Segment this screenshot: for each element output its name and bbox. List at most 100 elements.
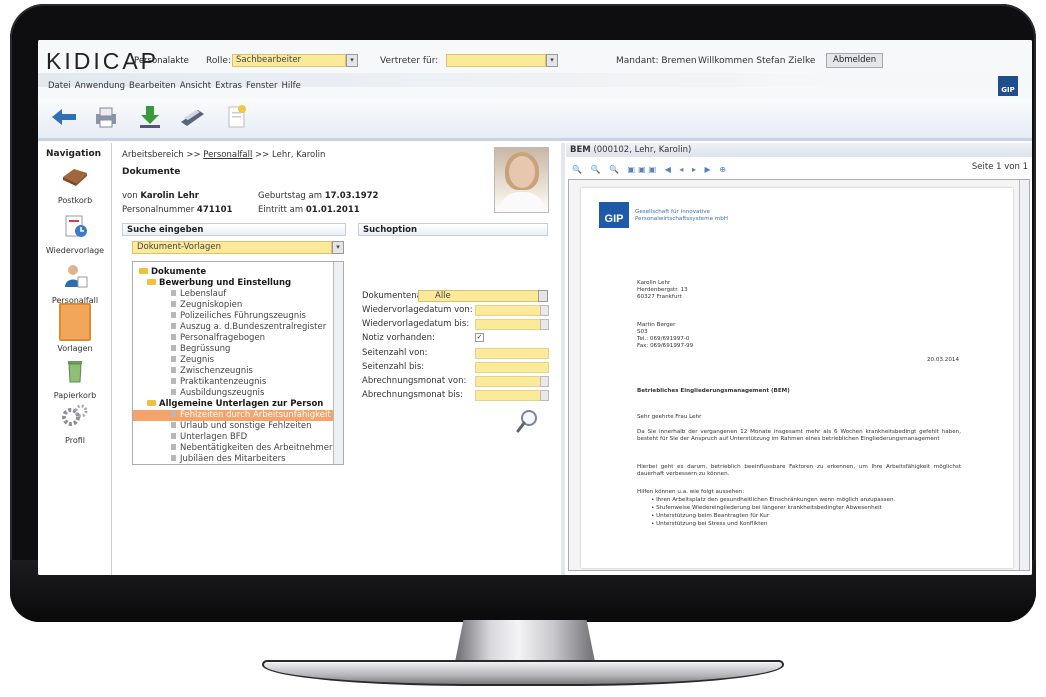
entry-value: 01.01.2011 xyxy=(305,205,360,215)
menu-anwendung[interactable]: Anwendung xyxy=(75,81,125,91)
breadcrumb-link-personalfall[interactable]: Personalfall xyxy=(203,150,252,160)
calendar-icon[interactable] xyxy=(540,319,549,330)
scan-icon[interactable] xyxy=(178,104,206,130)
tree-item[interactable]: Lebenslauf xyxy=(133,289,226,300)
letter-bullet: • Stufenweise Wiedereingliederung bei lä… xyxy=(651,505,882,511)
document-icon xyxy=(171,301,176,307)
abrechnungsmonat-bis-input[interactable] xyxy=(475,390,549,401)
seitenzahl-bis-input[interactable] xyxy=(475,362,549,373)
sender-line-3: Tel.: 069/691997-0 xyxy=(637,336,690,342)
menu-bearbeiten[interactable]: Bearbeiten xyxy=(129,81,176,91)
mandant-label: Mandant: Bremen xyxy=(616,56,697,66)
rolle-select[interactable]: Sachbearbeiter ▾ xyxy=(232,54,358,67)
tree-label: Zwischenzeugnis xyxy=(180,366,253,376)
tree-item[interactable]: Zeugniskopien xyxy=(133,300,242,311)
tree-item[interactable]: Fehlzeiten durch Arbeitsunfähigkeit xyxy=(133,410,333,421)
gears-icon xyxy=(62,404,88,426)
panel-splitter[interactable] xyxy=(561,143,565,575)
bullet-text: Unterstützung bei Stress und Konflikten xyxy=(656,521,768,527)
document-preview-panel: BEM (000102, Lehr, Karolin) 🔍 🔍 🔍 ▣▣▣ ◀ … xyxy=(566,143,1032,575)
sender-line-2: S03 xyxy=(637,329,648,335)
menu-fenster[interactable]: Fenster xyxy=(246,81,278,91)
tree-folder[interactable]: Allgemeine Unterlagen zur Person xyxy=(133,399,323,410)
tree-item[interactable]: Begrüssung xyxy=(133,344,230,355)
menu-hilfe[interactable]: Hilfe xyxy=(282,81,301,91)
calendar-icon[interactable] xyxy=(540,376,549,387)
search-panel-header: Suche eingeben xyxy=(122,223,346,236)
breadcrumb: Arbeitsbereich >> Personalfall >> Lehr, … xyxy=(122,150,325,160)
seitenzahl-von-input[interactable] xyxy=(475,348,549,359)
document-icon xyxy=(171,367,176,373)
print-icon[interactable] xyxy=(92,104,120,130)
tree-item[interactable]: Praktikantenzeugnis xyxy=(133,377,266,388)
dokumentenart-select[interactable]: Alle xyxy=(418,290,548,302)
vertreter-label: Vertreter für: xyxy=(380,56,439,66)
nav-item-papierkorb[interactable]: Papierkorb xyxy=(38,358,112,400)
gip-logo-small: GIP xyxy=(998,76,1018,96)
nav-item-personalfall[interactable]: Personalfall xyxy=(38,263,112,305)
search-icon[interactable] xyxy=(516,409,538,435)
wiedervorlage-bis-input[interactable] xyxy=(475,319,549,330)
tree-item[interactable]: Personalfragebogen xyxy=(133,333,265,344)
tree-folder[interactable]: Dokumente xyxy=(133,267,206,278)
menu-extras[interactable]: Extras xyxy=(215,81,242,91)
pnr-label: Personalnummer xyxy=(122,205,195,215)
tree-item[interactable]: Urlaub und sonstige Fehlzeiten xyxy=(133,421,312,432)
chevron-down-icon[interactable]: ▾ xyxy=(346,54,358,67)
bullet-text: Ihren Arbeitsplatz den gesundheitlichen … xyxy=(656,497,896,503)
tree-label: Polizeiliches Führungszeugnis xyxy=(180,311,306,321)
nav-item-wiedervorlage[interactable]: Wiedervorlage xyxy=(38,213,112,255)
preview-title-doc: BEM xyxy=(570,145,591,155)
chevron-down-icon[interactable]: ▾ xyxy=(332,241,344,254)
tree-item[interactable]: Zwischenzeugnis xyxy=(133,366,253,377)
preview-title: BEM (000102, Lehr, Karolin) xyxy=(566,143,1032,157)
bullet-text: Stufenweise Wiedereingliederung bei läng… xyxy=(656,505,882,511)
vertreter-select[interactable]: ▾ xyxy=(446,54,558,67)
documents-area: Arbeitsbereich >> Personalfall >> Lehr, … xyxy=(118,143,558,575)
notiz-checkbox[interactable]: ✓ xyxy=(475,333,484,342)
tree-item[interactable]: Nebentätigkeiten des Arbeitnehmer xyxy=(133,443,333,454)
nav-item-vorlagen[interactable]: Vorlagen xyxy=(38,303,112,353)
wiedervorlage-von-input[interactable] xyxy=(475,305,549,316)
birthday-label: Geburtstag am xyxy=(258,191,322,201)
tree-label: Fehlzeiten durch Arbeitsunfähigkeit xyxy=(180,410,331,420)
new-document-icon[interactable] xyxy=(222,104,250,130)
tree-item[interactable]: Unterlagen BFD xyxy=(133,432,247,443)
tree-folder[interactable]: Bewerbung und Einstellung xyxy=(133,278,291,289)
tree-label: Zeugniskopien xyxy=(180,300,243,310)
menu-datei[interactable]: Datei xyxy=(48,81,71,91)
logout-button[interactable]: Abmelden xyxy=(826,53,884,68)
document-icon xyxy=(171,345,176,351)
back-arrow-icon[interactable] xyxy=(50,104,78,130)
calendar-icon[interactable] xyxy=(540,305,549,316)
nav-item-profil[interactable]: Profil xyxy=(38,403,112,445)
resubmission-icon xyxy=(65,215,87,237)
download-icon[interactable] xyxy=(136,104,164,130)
nav-label-vorlagen: Vorlagen xyxy=(57,344,93,353)
monitor-base xyxy=(262,660,784,686)
welcome-text: Willkommen Stefan Zielke xyxy=(698,56,816,66)
calendar-icon[interactable] xyxy=(540,390,549,401)
seitenzahl-bis-label: Seitenzahl bis: xyxy=(362,362,425,372)
tree-item[interactable]: Zeugnis xyxy=(133,355,214,366)
abrechnungsmonat-von-input[interactable] xyxy=(475,376,549,387)
menu-ansicht[interactable]: Ansicht xyxy=(180,81,211,91)
letter-salutation: Sehr geehrte Frau Lehr xyxy=(637,414,702,420)
tree-label: Personalfragebogen xyxy=(180,333,266,343)
chevron-down-icon[interactable]: ▾ xyxy=(546,54,558,67)
wiedervorlage-bis-label: Wiedervorlagedatum bis: xyxy=(362,319,470,329)
tree-item[interactable]: Auszug a. d.Bundeszentralregister xyxy=(133,322,326,333)
preview-toolbar[interactable]: 🔍 🔍 🔍 ▣▣▣ ◀ ◂ ▸ ▶ ⊕ xyxy=(572,165,729,174)
sender-line-1: Martin Berger xyxy=(637,322,676,328)
tree-scrollbar[interactable] xyxy=(333,262,343,464)
tree-label: Bewerbung und Einstellung xyxy=(159,278,292,288)
nav-item-postkorb[interactable]: Postkorb xyxy=(38,163,112,205)
chevron-down-icon[interactable] xyxy=(538,290,548,302)
tree-item[interactable]: Polizeiliches Führungszeugnis xyxy=(133,311,306,322)
document-template-select[interactable]: Dokument-Vorlagen ▾ xyxy=(132,241,344,254)
app-title: Personalakte xyxy=(134,56,189,66)
document-scrollbar[interactable] xyxy=(1019,180,1029,570)
tree-item[interactable]: Jubiläen des Mitarbeiters xyxy=(133,454,286,464)
bullet-text: Unterstützung beim Beantragten für Kur xyxy=(656,513,770,519)
tree-item[interactable]: Ausbildungszeugnis xyxy=(133,388,264,399)
